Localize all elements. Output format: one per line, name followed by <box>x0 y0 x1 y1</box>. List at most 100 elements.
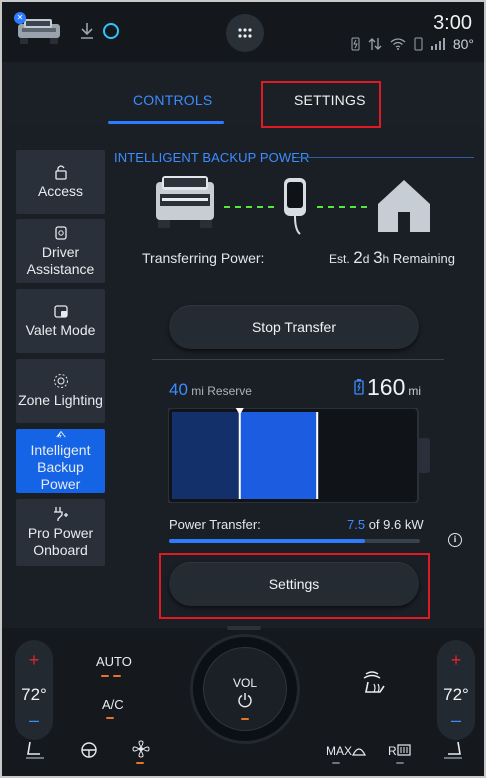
sidebar-item-label: Driver Assistance <box>26 243 95 277</box>
house-icon <box>378 180 430 232</box>
auto-button[interactable]: AUTO <box>96 654 132 669</box>
data-arrows-icon <box>368 38 382 50</box>
ac-indicator <box>106 717 114 719</box>
battery-available-segment <box>239 412 318 499</box>
clock-time: 3:00 <box>433 12 472 34</box>
download-icon[interactable] <box>80 22 94 40</box>
auto-indicator <box>113 675 121 677</box>
phone-icon <box>414 37 423 51</box>
est-prefix: Est. <box>329 252 350 266</box>
climate-bar: + 72° – AUTO A/C VOL + 72° – MAX R <box>2 626 484 776</box>
fan-indicator <box>136 762 144 764</box>
top-tabs: CONTROLS SETTINGS <box>2 62 484 126</box>
seat-heat-right-icon[interactable] <box>442 740 464 760</box>
volume-knob[interactable]: VOL <box>190 634 300 744</box>
sidebar-item-label: Intelligent Backup Power <box>30 442 91 492</box>
power-transfer-value: 7.5 of 9.6 kW <box>347 517 424 532</box>
signal-icon <box>430 38 445 50</box>
lock-icon <box>54 165 67 180</box>
tab-controls[interactable]: CONTROLS <box>133 92 212 108</box>
battery-small-icon <box>354 379 364 395</box>
driver-temp-value: 72° <box>21 685 47 704</box>
driver-temp-up-button[interactable]: + <box>15 650 53 671</box>
zone-lighting-icon <box>53 374 68 388</box>
auto-indicator <box>101 675 109 677</box>
driver-assist-icon <box>54 225 67 240</box>
rear-defrost-icon <box>397 744 411 756</box>
steering-heat-icon[interactable] <box>79 742 99 760</box>
panel-divider <box>152 359 444 360</box>
reserve-value: 40 <box>169 380 188 399</box>
max-indicator <box>332 762 340 764</box>
app-window: ✕ 3:00 80° CONTROLS SETTINGS Access Driv… <box>0 0 486 778</box>
days-value: 2 <box>353 248 363 267</box>
drawer-handle[interactable] <box>227 626 261 630</box>
power-max-value: of 9.6 kW <box>368 517 424 532</box>
status-icons: 80° <box>351 36 474 52</box>
driver-temp-control: + 72° – <box>15 640 53 740</box>
max-label: MAX <box>326 744 353 758</box>
battery-reserve-segment <box>172 412 240 499</box>
passenger-temp-control: + 72° – <box>437 640 475 740</box>
power-current-value: 7.5 <box>347 517 366 532</box>
power-indicator <box>241 718 249 720</box>
sidebar-item-driver-assistance[interactable]: Driver Assistance <box>16 219 105 283</box>
ac-button[interactable]: A/C <box>102 697 124 712</box>
apps-grid-icon <box>238 28 252 38</box>
range-readout: 160 mi <box>354 374 421 401</box>
seat-heat-left-icon[interactable] <box>24 740 46 760</box>
sidebar-item-label: Access <box>37 183 84 199</box>
driver-temp-down-button[interactable]: – <box>15 710 53 731</box>
settings-button-highlight-box <box>159 553 430 619</box>
active-tab-indicator <box>108 121 224 124</box>
sidebar-item-intelligent-backup-power[interactable]: Intelligent Backup Power <box>16 429 105 493</box>
info-icon[interactable]: i <box>448 533 462 547</box>
section-divider <box>296 157 474 158</box>
fan-icon[interactable] <box>132 740 150 758</box>
section-title: INTELLIGENT BACKUP POWER <box>114 150 310 165</box>
time-remaining: Est. 2d 3h Remaining <box>329 248 455 268</box>
power-transfer-bar <box>169 539 420 543</box>
max-defrost-button[interactable]: MAX <box>326 744 366 758</box>
hours-unit: h <box>382 252 390 266</box>
remaining-label: Remaining <box>392 251 456 266</box>
rear-defrost-button[interactable]: R <box>388 744 411 758</box>
passenger-temp-down-button[interactable]: – <box>437 710 475 731</box>
power-icon <box>238 693 252 708</box>
apps-grid-button[interactable] <box>226 14 264 52</box>
backup-power-icon <box>55 430 66 438</box>
wifi-icon <box>390 38 406 50</box>
outside-temperature: 80° <box>452 36 474 52</box>
settings-tab-highlight-box <box>261 81 381 128</box>
days-unit: d <box>362 252 370 266</box>
passenger-temp-value: 72° <box>443 685 469 704</box>
power-transfer-label: Power Transfer: <box>169 517 261 532</box>
volume-label: VOL <box>232 676 257 690</box>
power-flow-illustration <box>156 176 430 235</box>
sidebar-item-label: Valet Mode <box>25 322 96 338</box>
sidebar-item-access[interactable]: Access <box>16 150 105 214</box>
sidebar-item-zone-lighting[interactable]: Zone Lighting <box>16 359 105 423</box>
hours-value: 3 <box>373 248 383 267</box>
sidebar-item-pro-power-onboard[interactable]: Pro Power Onboard <box>16 499 105 566</box>
phone-charge-icon <box>351 37 360 51</box>
status-bar: ✕ 3:00 80° <box>2 2 484 62</box>
passenger-temp-up-button[interactable]: + <box>437 650 475 671</box>
sidebar-item-label: Zone Lighting <box>18 392 103 408</box>
sidebar-item-label: Pro Power Onboard <box>27 525 94 558</box>
stop-transfer-button[interactable]: Stop Transfer <box>169 305 419 349</box>
max-defrost-icon <box>352 748 366 756</box>
sidebar-item-valet-mode[interactable]: Valet Mode <box>16 289 105 353</box>
power-transfer-fill <box>169 539 365 543</box>
volume-knob-center[interactable]: VOL <box>204 648 286 730</box>
reserve-readout: 40 mi Reserve <box>169 380 252 400</box>
alexa-icon[interactable] <box>103 23 119 39</box>
range-value: 160 <box>367 374 406 400</box>
heated-seat-driver-icon[interactable] <box>358 670 392 700</box>
valet-lock-icon <box>53 305 68 318</box>
rear-indicator <box>396 762 404 764</box>
rear-label: R <box>388 744 397 758</box>
charge-station-icon <box>284 178 306 235</box>
pro-power-icon <box>53 507 68 521</box>
bluetooth-badge-icon: ✕ <box>14 12 26 24</box>
